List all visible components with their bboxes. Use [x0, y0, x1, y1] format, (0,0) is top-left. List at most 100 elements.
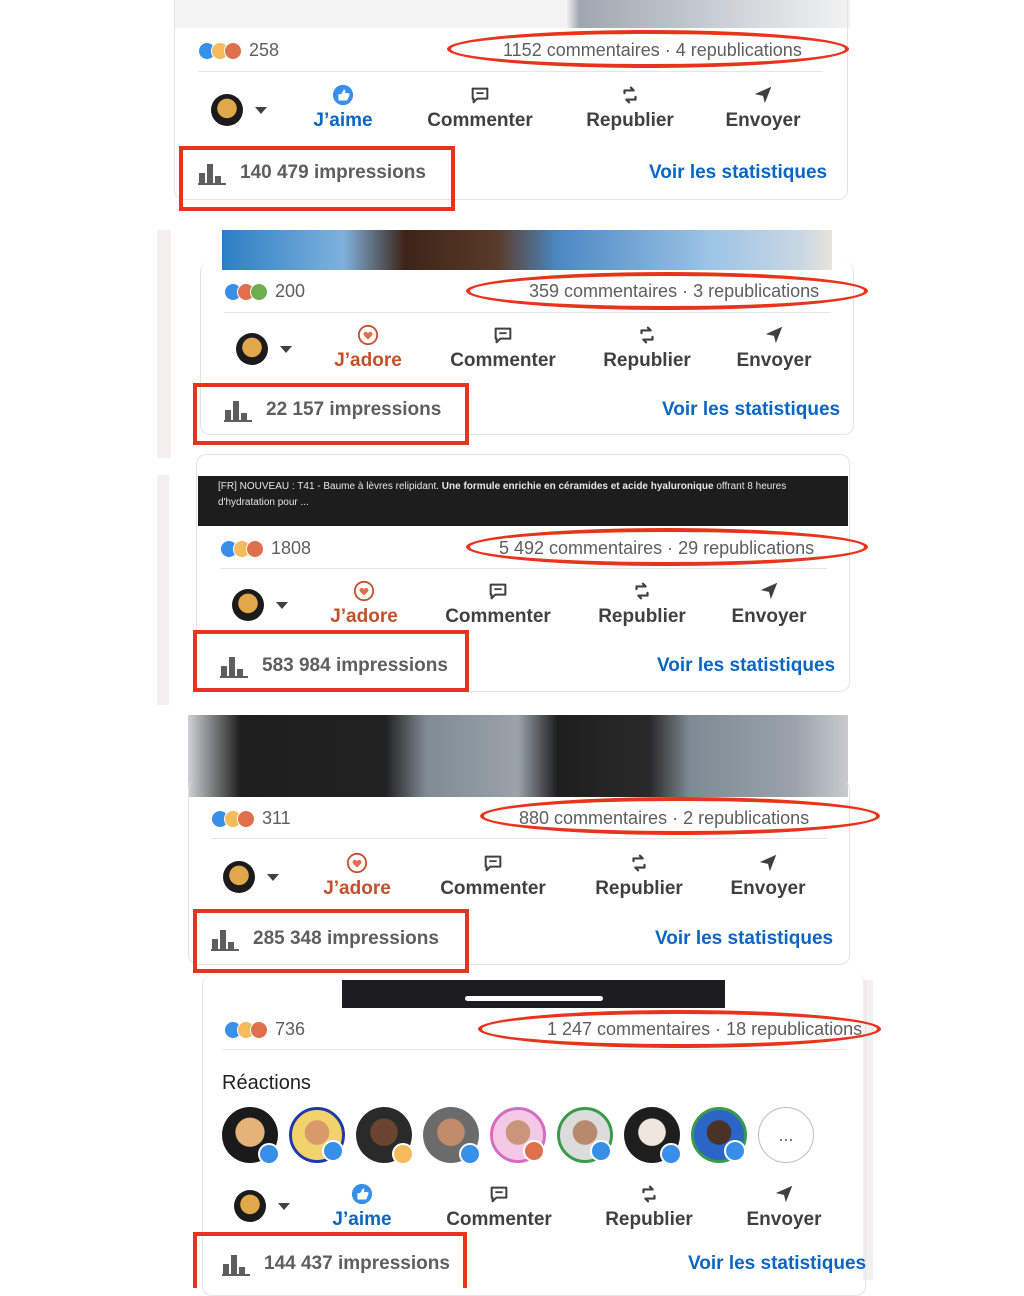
chevron-down-icon — [280, 345, 292, 353]
love-button[interactable]: J’adore — [314, 580, 414, 628]
side-strip — [157, 230, 171, 458]
send-button[interactable]: Envoyer — [718, 84, 808, 132]
repost-icon — [635, 582, 649, 600]
highlight-oval — [466, 528, 868, 566]
love-label: J’adore — [330, 606, 398, 627]
insightful-badge-icon — [392, 1143, 414, 1165]
like-button[interactable]: J’aime — [312, 1183, 412, 1231]
repost-button[interactable]: Republier — [596, 1183, 702, 1231]
actor-switcher[interactable] — [234, 1190, 290, 1222]
comment-label: Commenter — [445, 606, 551, 627]
reactor-avatar[interactable] — [557, 1107, 613, 1163]
send-label: Envoyer — [730, 878, 806, 899]
comment-icon — [489, 583, 507, 600]
reaction-count: 200 — [275, 281, 306, 301]
reaction-count: 311 — [262, 808, 291, 828]
see-stats-link[interactable]: Voir les statistiques — [655, 928, 833, 950]
avatar — [236, 333, 268, 365]
repost-icon — [642, 1185, 656, 1203]
send-icon — [759, 854, 777, 872]
like-badge-icon — [459, 1143, 481, 1165]
repost-button[interactable]: Republier — [594, 324, 700, 372]
like-badge-icon — [258, 1143, 280, 1165]
avatar — [232, 589, 264, 621]
love-button[interactable]: J’adore — [318, 324, 418, 372]
reactor-avatar[interactable] — [624, 1107, 682, 1165]
love-reaction-icon — [246, 539, 264, 558]
like-badge-icon — [590, 1140, 612, 1162]
send-button[interactable]: Envoyer — [730, 324, 818, 372]
side-strip — [157, 475, 169, 705]
comment-button[interactable]: Commenter — [434, 852, 552, 900]
send-icon — [765, 326, 783, 344]
comment-icon — [484, 855, 502, 872]
comment-label: Commenter — [440, 878, 546, 899]
repost-button[interactable]: Republier — [589, 580, 695, 628]
repost-label: Republier — [586, 110, 674, 131]
see-stats-link[interactable]: Voir les statistiques — [688, 1253, 866, 1275]
avatar — [234, 1190, 266, 1222]
love-reaction-icon — [237, 809, 255, 828]
avatar — [223, 861, 255, 893]
send-label: Envoyer — [731, 606, 807, 627]
comment-button[interactable]: Commenter — [440, 1183, 558, 1231]
repost-label: Republier — [598, 606, 686, 627]
repost-button[interactable]: Republier — [586, 852, 692, 900]
reaction-summary[interactable]: 1808 — [220, 538, 311, 559]
more-reactors-button[interactable]: ... — [758, 1107, 814, 1163]
send-icon — [760, 582, 778, 600]
highlight-oval — [480, 797, 880, 835]
love-label: J’adore — [334, 350, 402, 371]
reaction-summary[interactable]: 311 — [211, 808, 291, 829]
avatar — [211, 94, 243, 126]
reaction-summary[interactable]: 736 — [224, 1019, 305, 1040]
love-button[interactable]: J’adore — [307, 852, 407, 900]
send-icon — [775, 1185, 793, 1203]
celebrate-reaction-icon — [250, 282, 268, 301]
reaction-summary[interactable]: 258 — [198, 40, 279, 61]
like-label: J’aime — [332, 1209, 392, 1230]
reactor-avatar[interactable] — [691, 1107, 747, 1163]
thumbs-up-icon — [332, 84, 354, 106]
chevron-down-icon — [278, 1202, 290, 1210]
send-button[interactable]: Envoyer — [724, 852, 812, 900]
reactor-avatar[interactable] — [289, 1107, 345, 1163]
like-label: J’aime — [313, 110, 373, 131]
reaction-count: 1808 — [271, 538, 312, 558]
love-badge-icon — [523, 1140, 545, 1162]
comment-button[interactable]: Commenter — [444, 324, 562, 372]
divider — [222, 1049, 846, 1050]
actor-switcher[interactable] — [223, 861, 279, 893]
love-label: J’adore — [323, 878, 391, 899]
send-button[interactable]: Envoyer — [725, 580, 813, 628]
actor-switcher[interactable] — [211, 94, 267, 126]
reactor-avatar[interactable] — [423, 1107, 481, 1165]
send-label: Envoyer — [746, 1209, 822, 1230]
actor-switcher[interactable] — [236, 333, 292, 365]
see-stats-link[interactable]: Voir les statistiques — [649, 162, 827, 184]
repost-button[interactable]: Republier — [575, 84, 685, 132]
chevron-down-icon — [276, 601, 288, 609]
reaction-summary[interactable]: 200 — [224, 281, 305, 302]
highlight-rect — [193, 909, 469, 973]
divider — [198, 71, 823, 72]
reactor-avatar[interactable] — [222, 1107, 280, 1165]
see-stats-link[interactable]: Voir les statistiques — [657, 655, 835, 677]
comment-label: Commenter — [446, 1209, 552, 1230]
comment-button[interactable]: Commenter — [420, 84, 540, 132]
repost-label: Republier — [605, 1209, 693, 1230]
thumbs-up-icon — [351, 1183, 373, 1205]
send-icon — [754, 86, 772, 104]
comment-button[interactable]: Commenter — [439, 580, 557, 628]
comment-icon — [490, 1186, 508, 1203]
reactor-avatar[interactable] — [356, 1107, 414, 1165]
like-button[interactable]: J’aime — [293, 84, 393, 132]
repost-label: Republier — [595, 878, 683, 899]
actor-switcher[interactable] — [232, 589, 288, 621]
comment-label: Commenter — [427, 110, 533, 131]
see-stats-link[interactable]: Voir les statistiques — [662, 399, 840, 421]
reactor-avatar[interactable] — [490, 1107, 546, 1163]
chevron-down-icon — [267, 873, 279, 881]
send-button[interactable]: Envoyer — [740, 1183, 828, 1231]
highlight-oval — [447, 30, 849, 68]
